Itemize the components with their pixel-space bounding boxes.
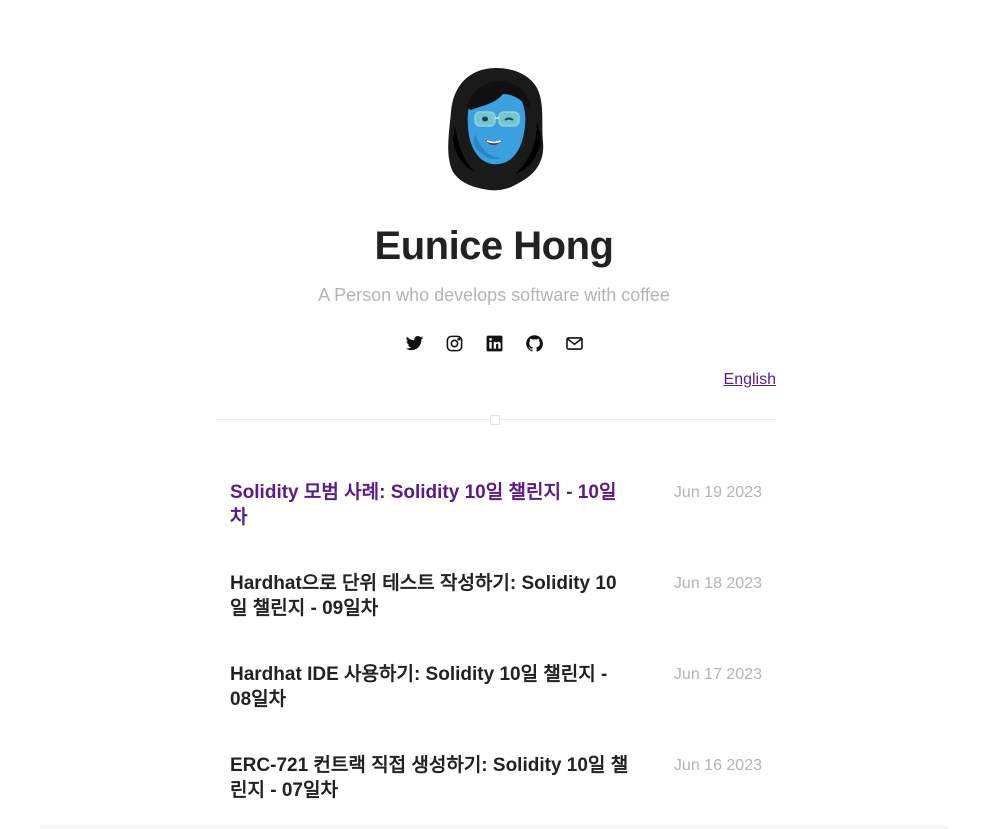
linkedin-icon[interactable] <box>485 334 504 353</box>
avatar <box>448 68 544 191</box>
language-switch-link[interactable]: English <box>724 369 776 391</box>
post-date: Jun 17 2023 <box>673 666 762 683</box>
instagram-icon[interactable] <box>445 334 464 353</box>
footer-edge <box>40 825 948 829</box>
list-item: Solidity 모범 사례: Solidity 10일 챌린지 - 10일차 … <box>230 480 765 571</box>
post-title-link[interactable]: Solidity 모범 사례: Solidity 10일 챌린지 - 10일차 <box>230 480 630 530</box>
profile-tagline: A Person who develops software with coff… <box>318 285 670 305</box>
post-date: Jun 16 2023 <box>673 757 762 774</box>
list-item: Hardhat IDE 사용하기: Solidity 10일 챌린지 - 08일… <box>230 662 765 753</box>
post-title-link[interactable]: Hardhat으로 단위 테스트 작성하기: Solidity 10일 챌린지 … <box>230 571 630 621</box>
social-links <box>405 334 584 353</box>
page: Eunice Hong A Person who develops softwa… <box>0 0 988 829</box>
post-title-link[interactable]: ERC-721 컨트랙 직접 생성하기: Solidity 10일 챌린지 - … <box>230 753 630 803</box>
list-item: ERC-721 컨트랙 직접 생성하기: Solidity 10일 챌린지 - … <box>230 753 765 829</box>
twitter-icon[interactable] <box>405 334 424 353</box>
post-list: Solidity 모범 사례: Solidity 10일 챌린지 - 10일차 … <box>230 480 765 829</box>
mail-icon[interactable] <box>565 334 584 353</box>
list-item: Hardhat으로 단위 테스트 작성하기: Solidity 10일 챌린지 … <box>230 571 765 662</box>
divider-ornament <box>490 415 500 425</box>
post-date: Jun 18 2023 <box>673 575 762 592</box>
post-date: Jun 19 2023 <box>673 484 762 501</box>
profile-name: Eunice Hong <box>374 224 614 268</box>
github-icon[interactable] <box>525 334 544 353</box>
post-title-link[interactable]: Hardhat IDE 사용하기: Solidity 10일 챌린지 - 08일… <box>230 662 630 712</box>
